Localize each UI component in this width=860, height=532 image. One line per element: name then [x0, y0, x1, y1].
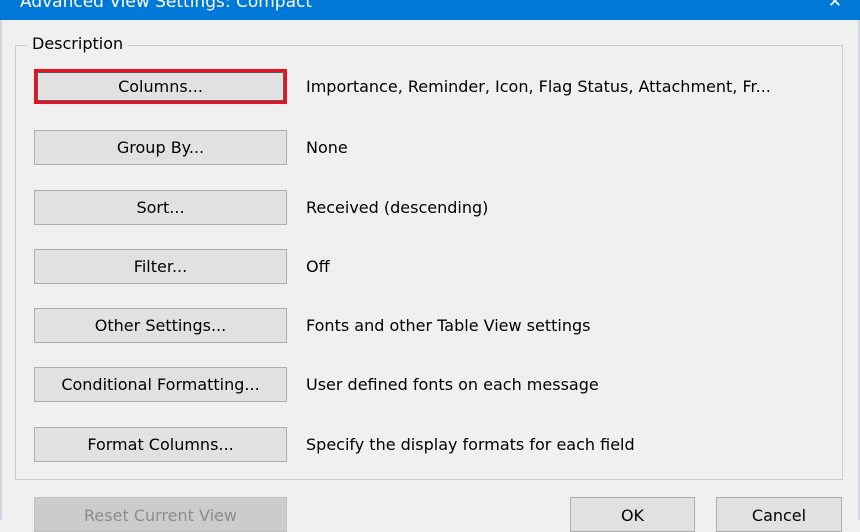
group-by-button[interactable]: Group By... [34, 130, 287, 165]
reset-current-view-button: Reset Current View [34, 497, 287, 532]
window-title: Advanced View Settings: Compact [20, 0, 313, 12]
other-settings-button[interactable]: Other Settings... [34, 308, 287, 343]
groupbox-legend: Description [27, 34, 129, 53]
filter-button[interactable]: Filter... [34, 249, 287, 284]
ok-button[interactable]: OK [570, 497, 695, 532]
group-by-description: None [306, 138, 348, 157]
conditional-formatting-description: User defined fonts on each message [306, 375, 599, 394]
filter-description: Off [306, 257, 330, 276]
other-settings-description: Fonts and other Table View settings [306, 316, 591, 335]
columns-description: Importance, Reminder, Icon, Flag Status,… [306, 77, 771, 96]
columns-button[interactable]: Columns... [34, 69, 287, 104]
cancel-button[interactable]: Cancel [716, 497, 842, 532]
close-icon[interactable]: ✕ [828, 0, 842, 12]
sort-description: Received (descending) [306, 198, 489, 217]
conditional-formatting-button[interactable]: Conditional Formatting... [34, 367, 287, 402]
format-columns-button[interactable]: Format Columns... [34, 427, 287, 462]
dialog-left-edge [0, 20, 2, 520]
title-bar[interactable]: Advanced View Settings: Compact ✕ [0, 0, 860, 20]
sort-button[interactable]: Sort... [34, 190, 287, 225]
format-columns-description: Specify the display formats for each fie… [306, 435, 635, 454]
